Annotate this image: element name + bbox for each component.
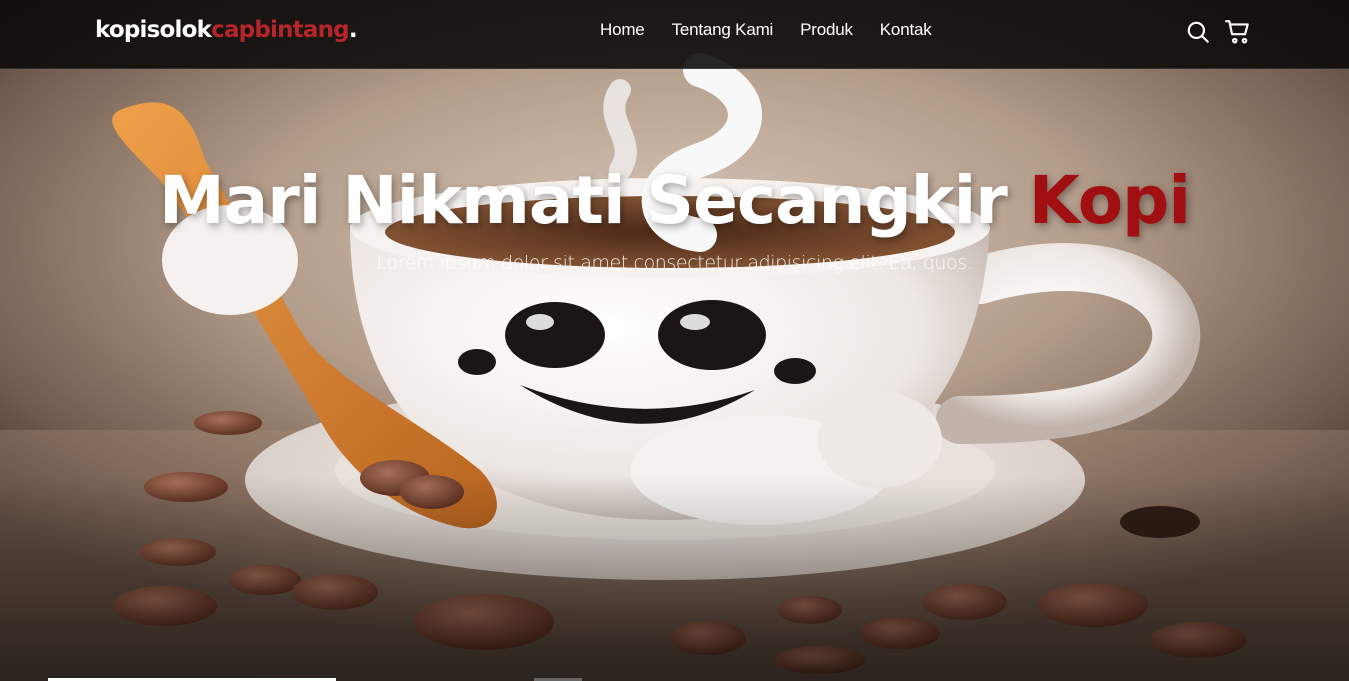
nav-link-kontak[interactable]: Kontak	[880, 20, 932, 40]
brand-logo[interactable]: kopisolokcapbintang.	[95, 17, 358, 43]
hero-title: Mari Nikmati Secangkir Kopi	[0, 162, 1349, 239]
shopping-cart-icon[interactable]	[1225, 19, 1251, 45]
hero-title-main: Mari Nikmati Secangkir	[158, 162, 1029, 239]
navbar: kopisolokcapbintang. Home Tentang Kami P…	[0, 0, 1349, 69]
nav-links: Home Tentang Kami Produk Kontak	[600, 20, 932, 40]
hero-section: Mari Nikmati Secangkir Kopi Lorem ipsum …	[0, 0, 1349, 681]
search-icon[interactable]	[1185, 19, 1211, 45]
logo-accent-text: capbintang	[211, 17, 350, 43]
logo-main-text: kopisolok	[95, 17, 212, 43]
logo-dot: .	[348, 17, 358, 43]
nav-link-home[interactable]: Home	[600, 20, 645, 40]
nav-link-produk[interactable]: Produk	[800, 20, 853, 40]
hero-subtitle: Lorem ipsum dolor sit amet consectetur a…	[376, 252, 973, 274]
nav-link-tentang-kami[interactable]: Tentang Kami	[672, 20, 774, 40]
hero-title-accent: Kopi	[1028, 162, 1191, 239]
hero-overlay	[0, 0, 1349, 681]
nav-icons	[1185, 19, 1251, 45]
